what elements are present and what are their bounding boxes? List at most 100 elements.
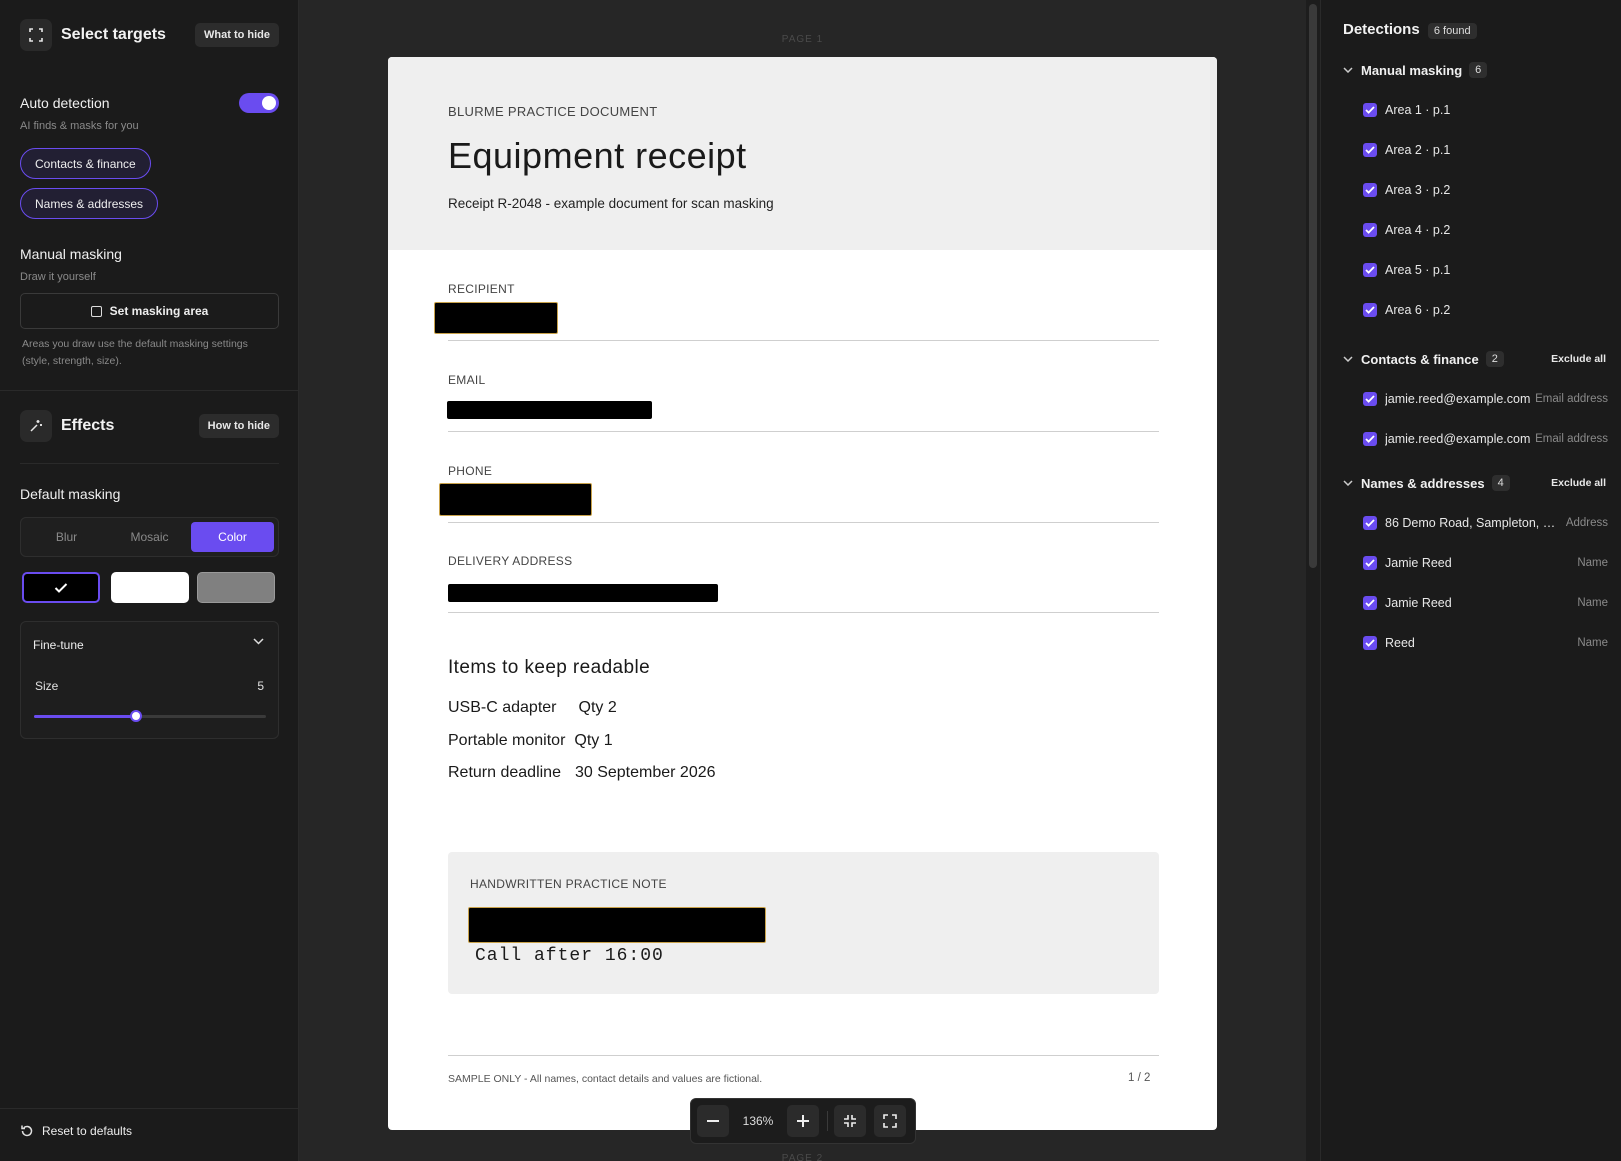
detection-checkbox[interactable]	[1363, 303, 1377, 317]
detection-label: Reed	[1385, 636, 1415, 650]
select-targets-title: Select targets	[61, 26, 166, 43]
fine-tune-panel: Fine-tune Size 5	[20, 621, 279, 739]
detection-label: Jamie Reed	[1385, 596, 1452, 610]
redaction-phone[interactable]	[439, 483, 592, 516]
size-slider-thumb[interactable]	[130, 710, 143, 722]
detection-row[interactable]: jamie.reed@example.com Email address	[1363, 392, 1608, 406]
viewer-scrollbar[interactable]	[1306, 0, 1320, 1161]
page-label: PAGE 2	[781, 1153, 824, 1161]
zoom-in-button[interactable]	[787, 1105, 819, 1137]
detection-row[interactable]: jamie.reed@example.com Email address	[1363, 432, 1608, 446]
set-masking-area-button[interactable]: Set masking area	[20, 293, 279, 329]
detection-row[interactable]: Jamie Reed Name	[1363, 556, 1608, 570]
detection-checkbox[interactable]	[1363, 636, 1377, 650]
detection-type: Email address	[1535, 433, 1608, 445]
document-viewer: PAGE 1 BLURME PRACTICE DOCUMENT Equipmen…	[299, 0, 1306, 1161]
reset-label: Reset to defaults	[42, 1124, 133, 1138]
divider	[0, 390, 299, 391]
detection-label: Area 3 · p.2	[1385, 183, 1451, 197]
detection-row[interactable]: Area 3 · p.2	[1363, 183, 1608, 197]
check-icon	[1365, 435, 1375, 443]
detection-checkbox[interactable]	[1363, 556, 1377, 570]
detection-checkbox[interactable]	[1363, 516, 1377, 530]
detection-row[interactable]: Area 4 · p.2	[1363, 223, 1608, 237]
collapse-icon	[844, 1115, 856, 1127]
field-label-email: EMAIL	[448, 373, 486, 387]
fit-page-button[interactable]	[834, 1105, 866, 1137]
chevron-down-icon[interactable]	[253, 638, 264, 645]
check-icon	[1365, 519, 1375, 527]
detection-type: Name	[1577, 637, 1608, 649]
detection-checkbox[interactable]	[1363, 596, 1377, 610]
group-contacts-finance[interactable]: Contacts & finance 2 Exclude all	[1343, 351, 1606, 367]
exclude-all-button[interactable]: Exclude all	[1551, 477, 1606, 489]
footer-disclaimer: SAMPLE ONLY - All names, contact details…	[448, 1073, 763, 1085]
detection-row[interactable]: Jamie Reed Name	[1363, 596, 1608, 610]
detection-row[interactable]: 86 Demo Road, Sampleton, 2... Address	[1363, 516, 1608, 530]
mode-color[interactable]: Color	[191, 522, 274, 552]
what-to-hide-button[interactable]: What to hide	[195, 23, 279, 47]
detections-title: Detections 6 found	[1343, 21, 1477, 39]
group-manual-masking[interactable]: Manual masking 6	[1343, 62, 1606, 78]
group-names-addresses[interactable]: Names & addresses 4 Exclude all	[1343, 475, 1606, 491]
item-name: Portable monitor	[448, 732, 566, 749]
detection-row[interactable]: Area 2 · p.1	[1363, 143, 1608, 157]
document-page: BLURME PRACTICE DOCUMENT Equipment recei…	[388, 57, 1217, 1130]
redaction-note[interactable]	[468, 907, 766, 943]
size-slider[interactable]	[34, 710, 266, 722]
detection-label: Area 5 · p.1	[1385, 263, 1451, 277]
fullscreen-button[interactable]	[874, 1105, 906, 1137]
detection-checkbox[interactable]	[1363, 263, 1377, 277]
detection-checkbox[interactable]	[1363, 183, 1377, 197]
auto-detection-toggle[interactable]	[239, 93, 279, 113]
detection-checkbox[interactable]	[1363, 143, 1377, 157]
group-count: 4	[1491, 475, 1510, 491]
zoom-out-button[interactable]	[697, 1105, 729, 1137]
check-icon	[1365, 395, 1375, 403]
contacts-finance-pill[interactable]: Contacts & finance	[20, 148, 151, 179]
check-icon	[1365, 186, 1375, 194]
check-icon	[54, 582, 68, 593]
item-value: 30 September 2026	[574, 764, 716, 781]
detection-checkbox[interactable]	[1363, 392, 1377, 406]
auto-detection-subtitle: AI finds & masks for you	[20, 120, 139, 132]
redaction-recipient[interactable]	[434, 302, 558, 334]
detection-checkbox[interactable]	[1363, 223, 1377, 237]
detection-row[interactable]: Area 6 · p.2	[1363, 303, 1608, 317]
check-icon	[1365, 226, 1375, 234]
swatch-gray[interactable]	[197, 572, 275, 603]
check-icon	[1365, 266, 1375, 274]
detection-label: 86 Demo Road, Sampleton, 2...	[1385, 516, 1560, 530]
plus-icon	[797, 1115, 809, 1127]
auto-detection-label: Auto detection	[20, 95, 110, 111]
field-rule	[448, 340, 1159, 341]
document-subtitle: Receipt R-2048 - example document for sc…	[448, 196, 774, 211]
item-row: Portable monitor Qty 1	[448, 732, 613, 750]
mode-mosaic[interactable]: Mosaic	[108, 522, 191, 552]
swatch-black[interactable]	[22, 572, 100, 603]
detection-checkbox[interactable]	[1363, 103, 1377, 117]
how-to-hide-button[interactable]: How to hide	[198, 414, 279, 438]
detection-row[interactable]: Area 5 · p.1	[1363, 263, 1608, 277]
detection-row[interactable]: Reed Name	[1363, 636, 1608, 650]
default-masking-label: Default masking	[20, 486, 121, 502]
reset-defaults-button[interactable]: Reset to defaults	[20, 1124, 132, 1138]
check-icon	[1365, 559, 1375, 567]
names-addresses-pill[interactable]: Names & addresses	[20, 188, 159, 219]
redaction-address[interactable]	[448, 584, 718, 602]
mode-blur[interactable]: Blur	[25, 522, 108, 552]
swatch-white[interactable]	[111, 572, 189, 603]
left-sidebar: Select targets What to hide Auto detecti…	[0, 0, 299, 1161]
detection-checkbox[interactable]	[1363, 432, 1377, 446]
check-icon	[1365, 599, 1375, 607]
detections-label: Detections	[1343, 21, 1420, 38]
exclude-all-button[interactable]: Exclude all	[1551, 353, 1606, 365]
divider	[0, 1108, 299, 1109]
select-targets-icon	[20, 19, 52, 51]
group-title: Names & addresses	[1361, 475, 1485, 491]
detection-row[interactable]: Area 1 · p.1	[1363, 103, 1608, 117]
redaction-email[interactable]	[447, 401, 652, 419]
chevron-down-icon	[1343, 480, 1353, 486]
page-counter: 1 / 2	[1128, 1072, 1151, 1084]
scrollbar-thumb[interactable]	[1309, 4, 1317, 568]
